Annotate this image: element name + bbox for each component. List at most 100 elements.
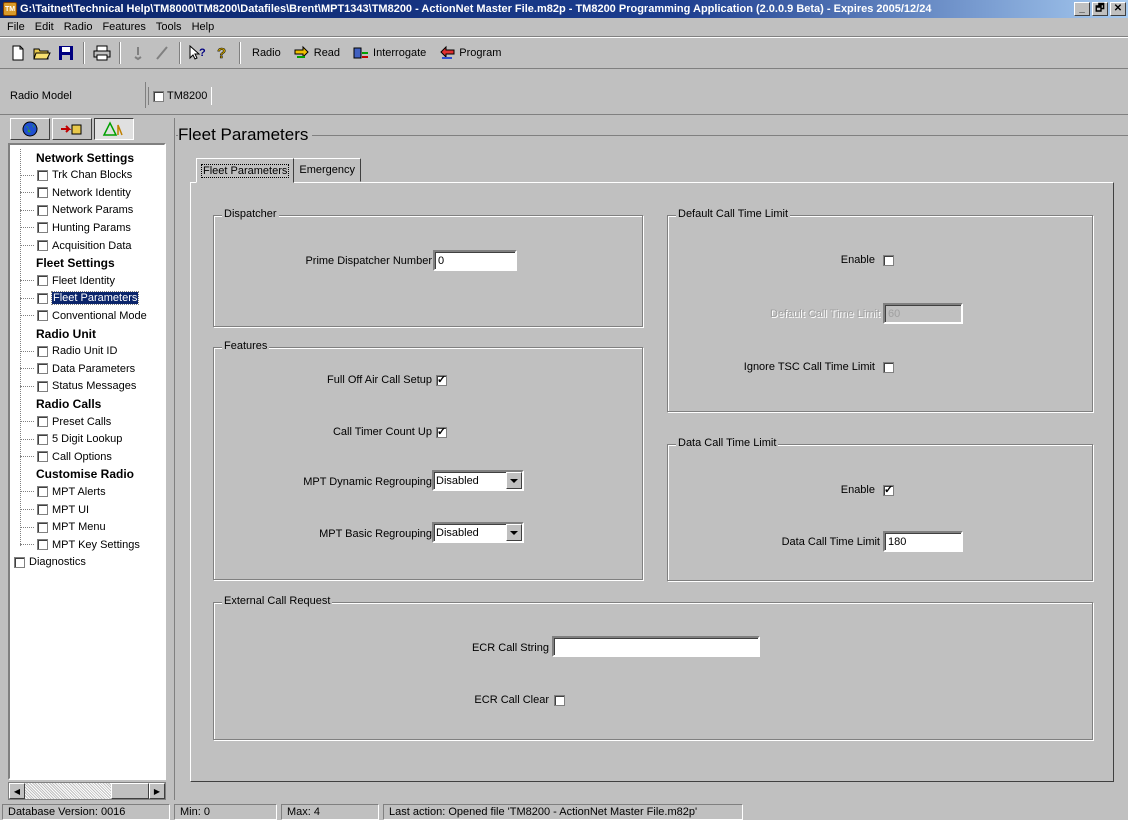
tree-item-checkbox[interactable]	[14, 556, 25, 568]
basic-regrouping-select[interactable]: Disabled	[432, 522, 524, 543]
tree-item-checkbox[interactable]	[37, 204, 48, 216]
tree-item[interactable]: Hunting Params	[20, 219, 131, 236]
tree-item[interactable]: MPT Alerts	[20, 483, 106, 500]
tree-item[interactable]: Acquisition Data	[20, 237, 132, 254]
open-icon[interactable]	[30, 42, 53, 64]
save-icon[interactable]	[54, 42, 77, 64]
tree-item-checkbox[interactable]	[37, 433, 48, 445]
radio-model-checkbox[interactable]	[153, 90, 164, 102]
tree-item-checkbox[interactable]	[37, 275, 48, 287]
ecr-call-clear-checkbox[interactable]	[554, 695, 565, 706]
scroll-track[interactable]	[25, 783, 111, 799]
data-call-enable-checkbox[interactable]	[883, 483, 894, 496]
close-button[interactable]: ✕	[1110, 2, 1126, 16]
tree-item[interactable]: Preset Calls	[20, 413, 111, 430]
features-tab[interactable]	[52, 118, 92, 140]
tree-group-header[interactable]: Fleet Settings	[36, 255, 115, 272]
tree-item[interactable]: Status Messages	[20, 378, 136, 395]
tree-branch-line	[20, 491, 34, 493]
call-timer-checkbox[interactable]	[436, 425, 447, 438]
tree-item[interactable]: Trk Chan Blocks	[20, 167, 132, 184]
new-icon[interactable]	[6, 42, 29, 64]
minimize-button[interactable]: _	[1074, 2, 1090, 16]
menu-tools[interactable]: Tools	[151, 21, 187, 33]
tree-item-label: Status Messages	[52, 380, 137, 393]
help-pointer-icon[interactable]: ?	[186, 42, 209, 64]
tree-root-item[interactable]: Diagnostics	[14, 554, 86, 571]
menu-features[interactable]: Features	[97, 21, 150, 33]
tab-emergency-label: Emergency	[299, 164, 356, 176]
print-icon[interactable]	[90, 42, 113, 64]
tab-emergency[interactable]: Emergency	[293, 158, 362, 182]
tree-group-header[interactable]: Radio Calls	[36, 395, 101, 412]
tree-item-checkbox[interactable]	[37, 187, 48, 199]
default-call-enable-checkbox[interactable]	[883, 255, 894, 266]
tree-group-header[interactable]: Radio Unit	[36, 325, 96, 342]
call-timer-label: Call Timer Count Up	[332, 426, 432, 438]
program-button[interactable]: Program	[432, 42, 507, 64]
tree-horizontal-scrollbar[interactable]: ◀ ▶	[8, 782, 166, 800]
tree-item[interactable]: Network Identity	[20, 184, 131, 201]
tab-strip: Fleet Parameters Emergency	[196, 158, 362, 183]
check-icon[interactable]	[150, 42, 173, 64]
tree-item[interactable]: Conventional Mode	[20, 307, 147, 324]
tree-item-checkbox[interactable]	[37, 521, 48, 533]
data-call-limit-input[interactable]	[883, 531, 963, 552]
tree-item-checkbox[interactable]	[37, 539, 48, 551]
toolbar-separator	[179, 42, 181, 64]
tools-icon[interactable]	[126, 42, 149, 64]
tree-item[interactable]: Fleet Parameters	[20, 290, 140, 307]
restore-button[interactable]: 🗗	[1092, 2, 1108, 16]
tree-item[interactable]: 5 Digit Lookup	[20, 431, 122, 448]
tree-item[interactable]: MPT UI	[20, 501, 89, 518]
scroll-thumb[interactable]	[111, 783, 149, 799]
tree-item-checkbox[interactable]	[37, 416, 48, 427]
tree-item-checkbox[interactable]	[37, 310, 48, 322]
tree-item-checkbox[interactable]	[37, 504, 48, 515]
tree-item-checkbox[interactable]	[37, 451, 48, 463]
tree-group-header[interactable]: Customise Radio	[36, 466, 134, 483]
tree-item[interactable]: Data Parameters	[20, 360, 135, 377]
full-off-air-checkbox[interactable]	[436, 373, 447, 386]
tree-item-checkbox[interactable]	[37, 363, 48, 375]
model-divider	[145, 82, 146, 108]
prime-dispatcher-input[interactable]	[433, 250, 517, 271]
scroll-left-icon[interactable]: ◀	[9, 783, 25, 799]
read-label: Read	[313, 47, 341, 59]
tree-item-checkbox[interactable]	[37, 240, 48, 251]
tree-item[interactable]: Radio Unit ID	[20, 343, 117, 360]
tree-item-checkbox[interactable]	[37, 222, 48, 234]
menu-file[interactable]: File	[2, 21, 30, 33]
menu-help[interactable]: Help	[187, 21, 220, 33]
tree-item-label: Acquisition Data	[52, 239, 132, 252]
ecr-call-string-input[interactable]	[552, 636, 760, 657]
chevron-down-icon[interactable]	[506, 472, 522, 489]
tree-item-checkbox[interactable]	[37, 345, 48, 357]
tree-item[interactable]: Fleet Identity	[20, 272, 115, 289]
tree-branch-line	[20, 227, 34, 229]
dynamic-regrouping-select[interactable]: Disabled	[432, 470, 524, 491]
tree-item-checkbox[interactable]	[37, 380, 48, 392]
menu-edit[interactable]: Edit	[30, 21, 59, 33]
globe-tab[interactable]	[10, 118, 50, 140]
tree-item-checkbox[interactable]	[37, 486, 48, 498]
chevron-down-icon[interactable]	[506, 524, 522, 541]
scroll-right-icon[interactable]: ▶	[149, 783, 165, 799]
radio-model-selector[interactable]: TM8200	[148, 87, 213, 105]
tab-fleet-parameters[interactable]: Fleet Parameters	[196, 158, 295, 183]
read-button[interactable]: Read	[287, 42, 346, 64]
interrogate-button[interactable]: Interrogate	[346, 42, 432, 64]
tree-group-header[interactable]: Network Settings	[36, 149, 134, 166]
tree-item[interactable]: Call Options	[20, 448, 112, 465]
tree-item-checkbox[interactable]	[37, 292, 48, 304]
tree-item[interactable]: Network Params	[20, 202, 133, 219]
settings-tab[interactable]	[94, 118, 134, 140]
tree-item-checkbox[interactable]	[37, 169, 48, 181]
status-min: Min: 0	[174, 804, 277, 820]
ignore-tsc-checkbox[interactable]	[883, 362, 894, 373]
tree-item[interactable]: MPT Menu	[20, 519, 106, 536]
menu-radio[interactable]: Radio	[59, 21, 98, 33]
tree-item[interactable]: MPT Key Settings	[20, 536, 140, 553]
help-icon[interactable]: ?	[210, 42, 233, 64]
radio-button[interactable]: Radio	[246, 42, 287, 64]
